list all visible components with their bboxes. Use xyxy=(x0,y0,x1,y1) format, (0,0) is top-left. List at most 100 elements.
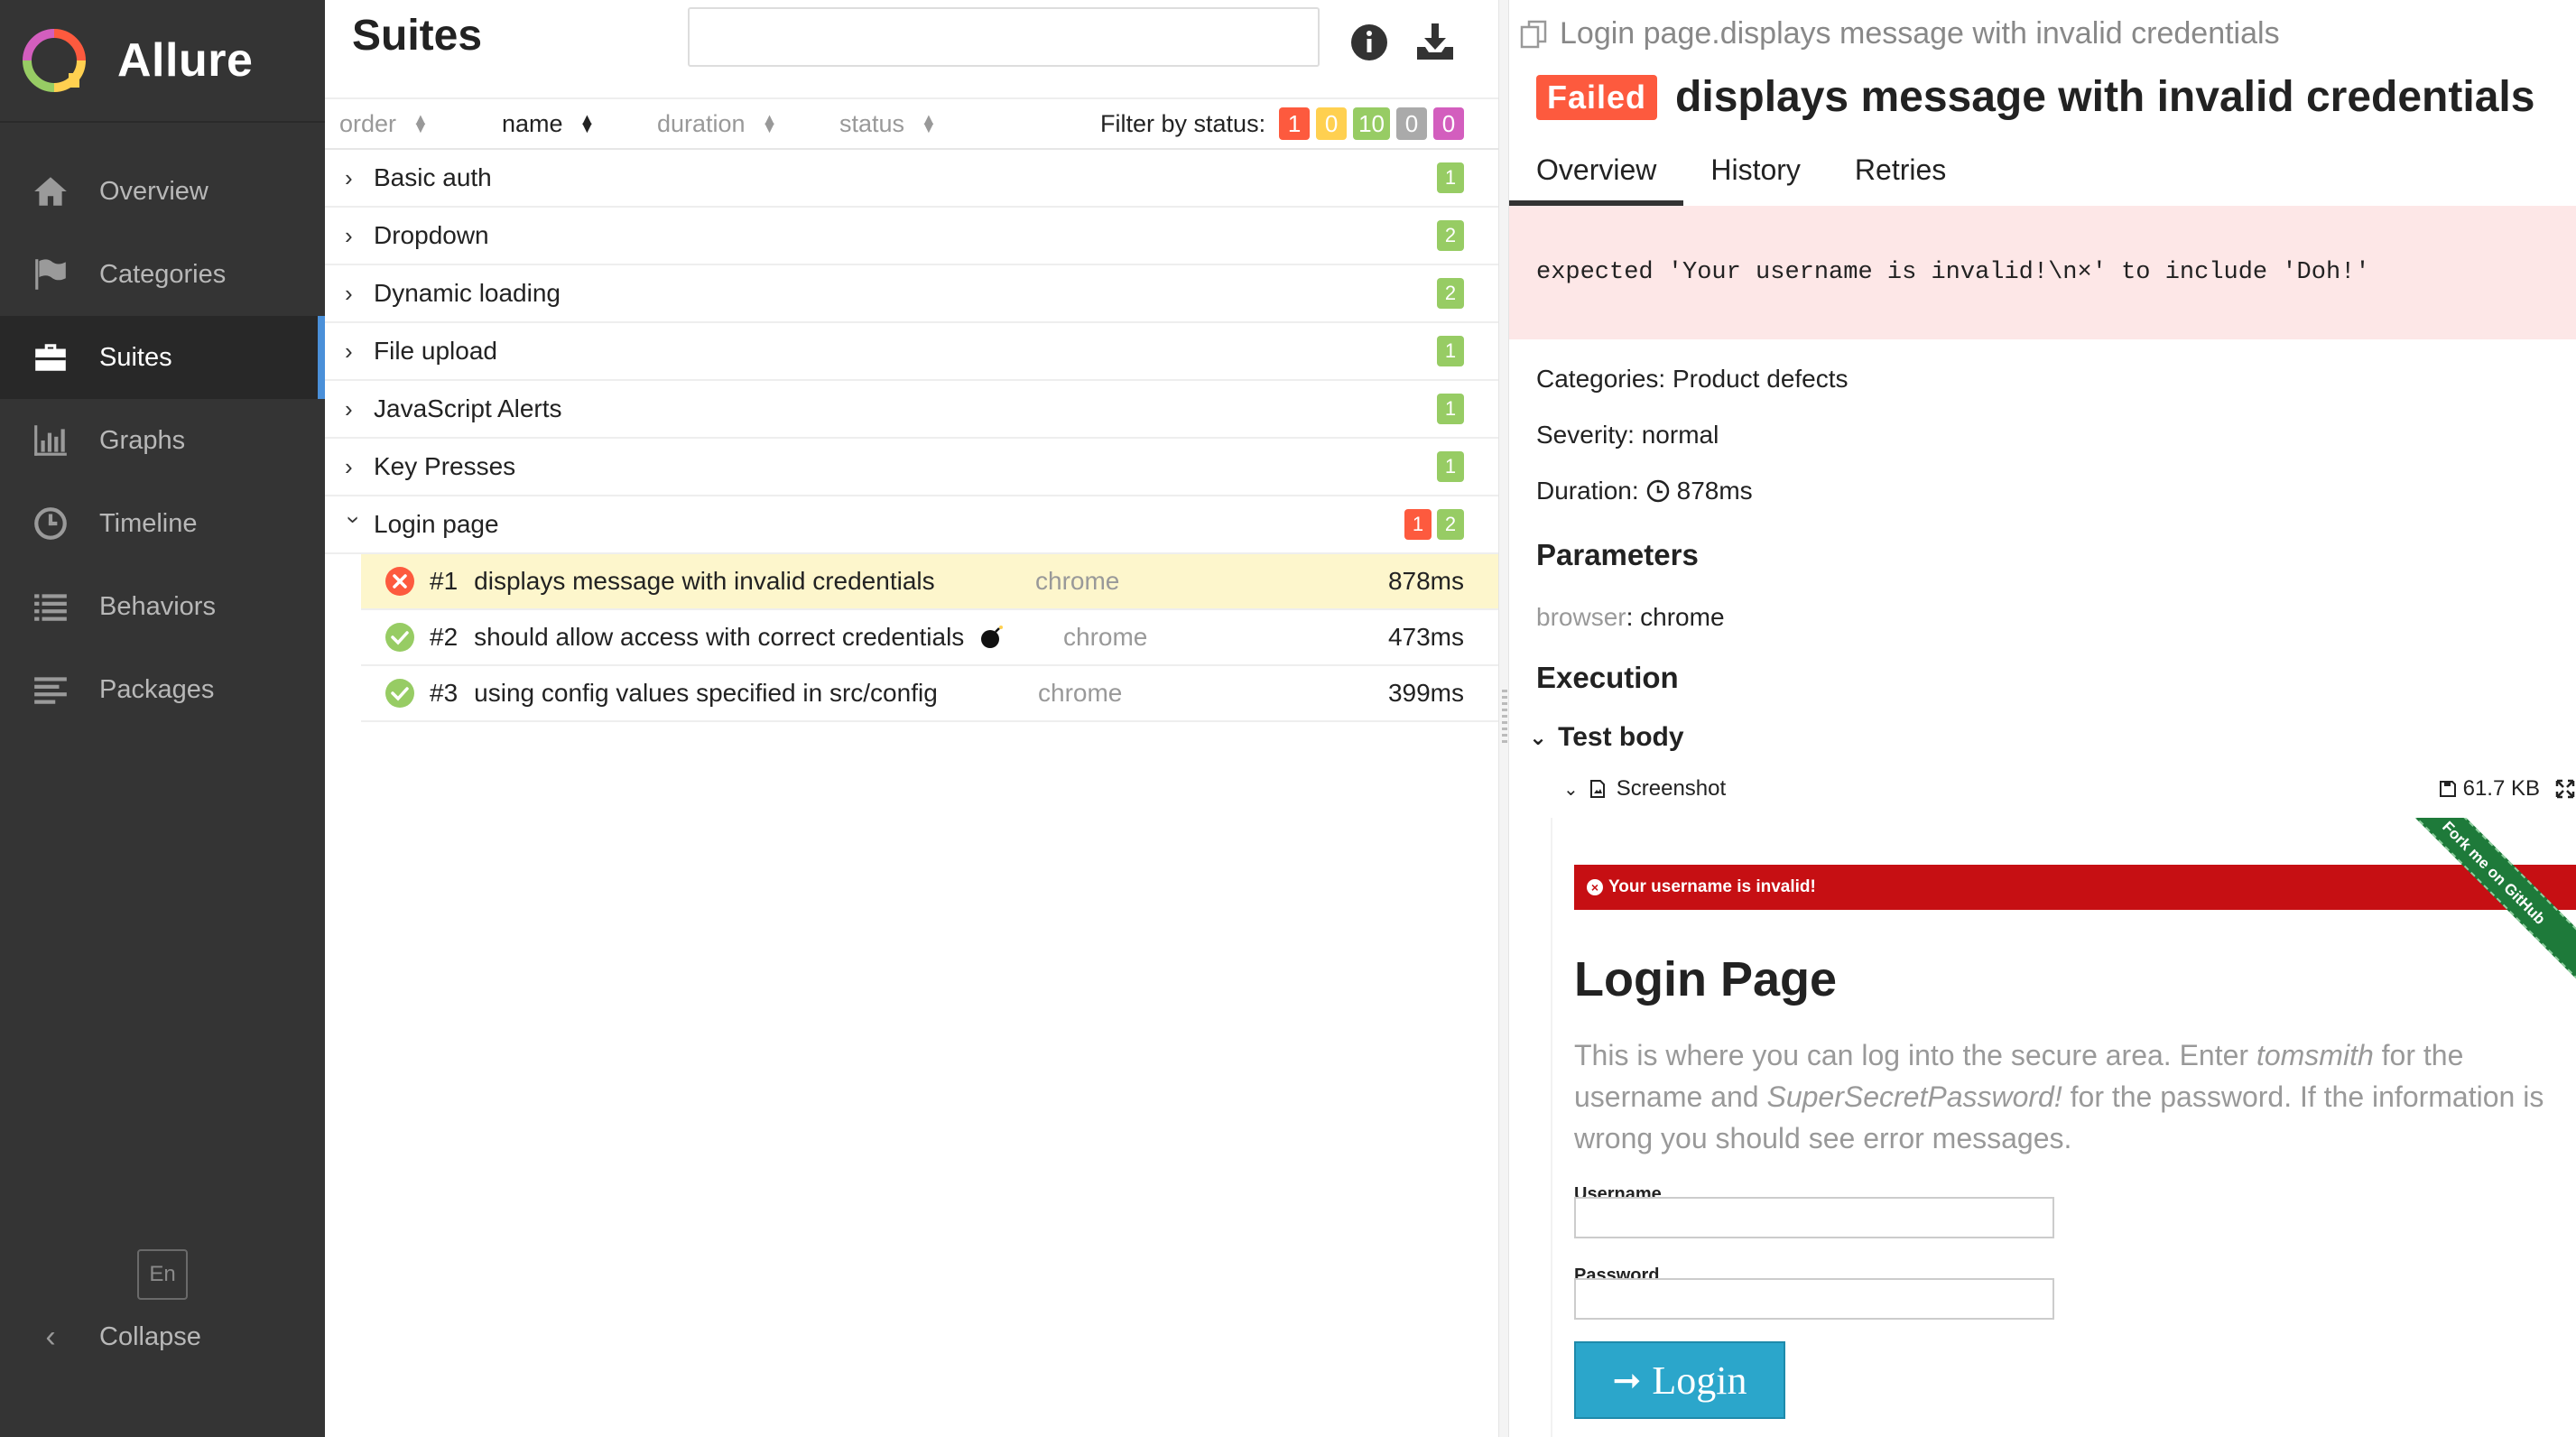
tab-history[interactable]: History xyxy=(1683,141,1828,206)
attachment-row[interactable]: ⌄ Screenshot 61.7 KB xyxy=(1563,776,2576,802)
search-input[interactable] xyxy=(688,7,1320,67)
tab-retries[interactable]: Retries xyxy=(1828,141,1973,206)
copy-icon xyxy=(1520,20,1547,48)
group-name: Dynamic loading xyxy=(374,279,561,307)
brand[interactable]: Allure xyxy=(0,0,325,123)
status-filter: Filter by status: 1 0 10 0 0 xyxy=(1100,107,1464,140)
sidebar-item-label: Packages xyxy=(99,674,215,704)
passed-count-badge: 2 xyxy=(1437,278,1464,309)
sidebar-item-graphs[interactable]: Graphs xyxy=(0,399,325,482)
test-body-step[interactable]: ⌄ Test body xyxy=(1529,722,1684,753)
tree-group-basic-auth[interactable]: › Basic auth 1 xyxy=(325,150,1498,208)
collapse-label: Collapse xyxy=(99,1322,201,1351)
sort-label: duration xyxy=(657,109,746,137)
param-separator: : xyxy=(1626,603,1641,631)
test-number: #3 xyxy=(430,679,459,707)
chevron-left-icon: ‹ xyxy=(45,1320,56,1354)
test-case-row[interactable]: #1 displays message with invalid credent… xyxy=(361,554,1498,610)
allure-logo-icon xyxy=(23,29,86,92)
language-button[interactable]: En xyxy=(137,1249,188,1300)
tree-group-javascript-alerts[interactable]: › JavaScript Alerts 1 xyxy=(325,381,1498,439)
screenshot-login-button: ➞ Login xyxy=(1574,1341,1785,1419)
expand-icon[interactable] xyxy=(2554,778,2576,800)
test-duration: 399ms xyxy=(1387,679,1464,707)
execution-heading: Execution xyxy=(1536,661,1679,694)
sidebar-item-packages[interactable]: Packages xyxy=(0,648,325,731)
chevron-right-icon: › xyxy=(345,163,353,191)
status-badge: Failed xyxy=(1536,74,1658,120)
chevron-down-icon: › xyxy=(340,515,368,524)
sort-duration[interactable]: duration ▲ ▼ xyxy=(657,110,777,138)
parameters-heading: Parameters xyxy=(1536,538,1699,571)
sidebar-item-suites[interactable]: Suites xyxy=(0,316,325,399)
screenshot-text: This is where you can log into the secur… xyxy=(1574,1039,2256,1071)
screenshot-heading: Login Page xyxy=(1574,952,1838,1006)
screenshot-attachment[interactable]: × Your username is invalid! Fork me on G… xyxy=(1551,818,2576,1437)
attachment-size-value: 61.7 KB xyxy=(2462,776,2540,801)
test-case-row[interactable]: #2 should allow access with correct cred… xyxy=(361,610,1498,666)
image-file-icon xyxy=(1589,780,1605,798)
clock-icon xyxy=(1646,479,1669,503)
sidebar-item-overview[interactable]: Overview xyxy=(0,150,325,233)
passed-count-badge: 2 xyxy=(1437,509,1464,540)
tab-overview[interactable]: Overview xyxy=(1509,141,1684,206)
test-number: #2 xyxy=(430,623,459,651)
test-case-row[interactable]: #3 using config values specified in src/… xyxy=(361,666,1498,722)
filter-failed-toggle[interactable]: 1 xyxy=(1279,107,1311,140)
breadcrumb[interactable]: Login page.displays message with invalid… xyxy=(1518,16,2280,51)
test-title-row: Failed displays message with invalid cre… xyxy=(1536,72,2534,122)
test-detail-panel: Login page.displays message with invalid… xyxy=(1509,0,2576,1437)
panel-splitter[interactable] xyxy=(1498,0,1509,1437)
sort-icon: ▲ ▼ xyxy=(412,110,429,136)
tree-group-dropdown[interactable]: › Dropdown 2 xyxy=(325,208,1498,265)
sort-icon: ▲ ▼ xyxy=(761,110,778,136)
screenshot-flash-error: × Your username is invalid! xyxy=(1574,865,2576,910)
passed-status-icon xyxy=(385,623,414,652)
sidebar-item-categories[interactable]: Categories xyxy=(0,233,325,316)
duration-label: Duration: xyxy=(1536,477,1639,505)
filter-skipped-toggle[interactable]: 0 xyxy=(1396,107,1427,140)
group-name: JavaScript Alerts xyxy=(374,394,562,422)
passed-count-badge: 1 xyxy=(1437,451,1464,482)
severity-label: Severity: xyxy=(1536,421,1635,449)
error-message[interactable]: expected 'Your username is invalid!\n×' … xyxy=(1509,206,2576,339)
sort-status[interactable]: status ▲ ▼ xyxy=(839,110,937,138)
passed-count-badge: 1 xyxy=(1437,394,1464,424)
passed-count-badge: 1 xyxy=(1437,336,1464,366)
sidebar-item-behaviors[interactable]: Behaviors xyxy=(0,565,325,648)
sidebar-item-timeline[interactable]: Timeline xyxy=(0,482,325,565)
bar-chart-icon xyxy=(31,421,70,460)
info-icon[interactable] xyxy=(1350,23,1388,61)
severity-line: Severity: normal xyxy=(1536,421,1719,450)
filter-broken-toggle[interactable]: 0 xyxy=(1316,107,1348,140)
step-name: Test body xyxy=(1558,722,1684,752)
test-name: should allow access with correct credent… xyxy=(474,623,965,651)
collapse-button[interactable]: ‹ Collapse xyxy=(31,1320,201,1355)
duration-value: 878ms xyxy=(1676,477,1753,505)
tree-group-dynamic-loading[interactable]: › Dynamic loading 2 xyxy=(325,265,1498,323)
sidebar-item-label: Suites xyxy=(99,342,172,372)
sort-order[interactable]: order ▲ ▼ xyxy=(339,110,429,138)
categories-value: Product defects xyxy=(1672,365,1849,393)
test-parameter: chrome xyxy=(1063,623,1148,651)
param-value: chrome xyxy=(1640,603,1725,631)
tree-group-login-page[interactable]: › Login page 1 2 xyxy=(325,496,1498,554)
download-icon[interactable] xyxy=(1413,20,1457,63)
filter-unknown-toggle[interactable]: 0 xyxy=(1433,107,1464,140)
screenshot-paragraph: This is where you can log into the secur… xyxy=(1574,1034,2576,1159)
attachment-size: 61.7 KB xyxy=(2438,776,2540,802)
sort-name[interactable]: name ▲ ▼ xyxy=(502,110,595,138)
tree-group-key-presses[interactable]: › Key Presses 1 xyxy=(325,439,1498,496)
tree-group-file-upload[interactable]: › File upload 1 xyxy=(325,323,1498,381)
passed-count-badge: 2 xyxy=(1437,220,1464,251)
flaky-bomb-icon xyxy=(981,626,1004,648)
filter-passed-toggle[interactable]: 10 xyxy=(1353,107,1390,140)
sort-label: name xyxy=(502,109,563,137)
test-title: displays message with invalid credential… xyxy=(1675,73,2535,121)
chevron-down-icon: ⌄ xyxy=(1563,779,1579,800)
detail-tabs: Overview History Retries xyxy=(1509,141,2576,206)
group-name: Login page xyxy=(374,510,499,538)
sidebar: Allure Overview Categories Suites Graphs xyxy=(0,0,325,1437)
chevron-right-icon: › xyxy=(345,337,353,365)
group-name: File upload xyxy=(374,337,497,365)
